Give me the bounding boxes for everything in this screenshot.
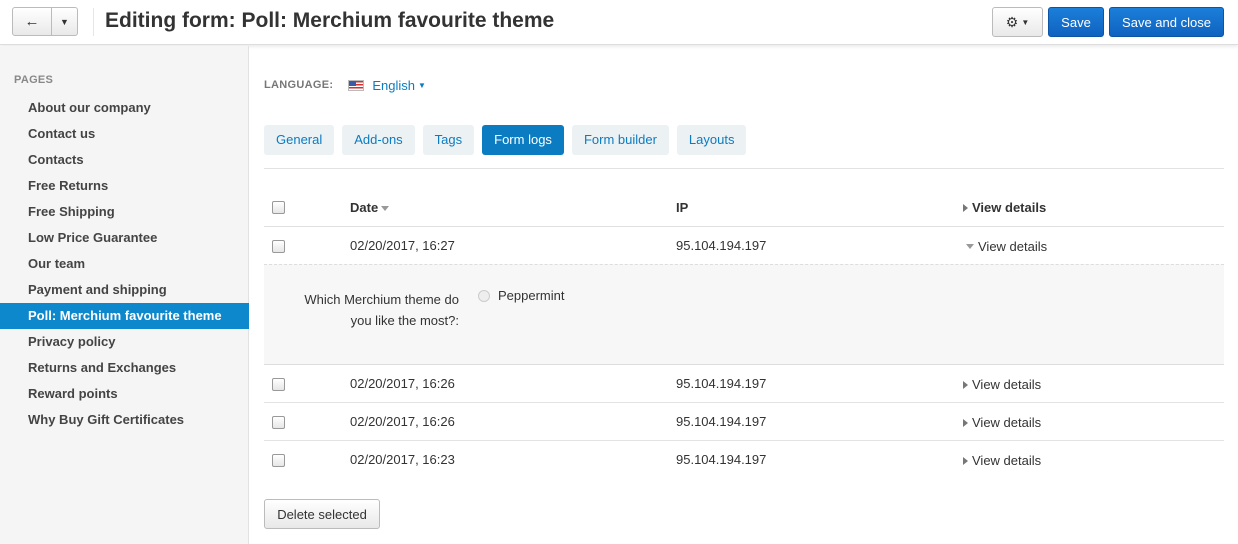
row-ip: 95.104.194.197 [676, 452, 767, 467]
language-label: LANGUAGE: [264, 79, 334, 91]
caret-right-icon [963, 418, 968, 427]
language-dropdown[interactable]: English [372, 78, 415, 93]
sidebar-item-returns-and-exchanges[interactable]: Returns and Exchanges [0, 355, 249, 381]
sidebar-item-privacy-policy[interactable]: Privacy policy [0, 329, 249, 355]
save-button[interactable]: Save [1048, 7, 1104, 37]
tab-layouts[interactable]: Layouts [676, 125, 747, 155]
row-details-panel: Which Merchium theme do you like the mos… [264, 264, 1224, 365]
sidebar-item-contacts[interactable]: Contacts [0, 147, 249, 173]
us-flag-icon[interactable] [348, 79, 365, 91]
gear-icon: ⚙ [1005, 13, 1019, 30]
view-details-toggle[interactable]: View details [963, 415, 1041, 430]
column-header-ip: IP [676, 200, 689, 215]
sidebar-heading: PAGES [14, 74, 54, 86]
row-ip: 95.104.194.197 [676, 414, 767, 429]
row-checkbox[interactable] [272, 416, 285, 429]
table-row: 02/20/2017, 16:26 95.104.194.197 View de… [264, 403, 1224, 441]
save-and-close-button[interactable]: Save and close [1109, 7, 1224, 37]
row-ip: 95.104.194.197 [676, 238, 767, 253]
chevron-down-icon[interactable]: ▼ [418, 81, 426, 90]
column-header-view-details[interactable]: View details [963, 200, 1046, 215]
tab-bar: General Add-ons Tags Form logs Form buil… [264, 125, 747, 155]
sidebar-item-about-our-company[interactable]: About our company [0, 95, 249, 121]
table-header-row: Date IP View details [264, 188, 1224, 227]
table-row: 02/20/2017, 16:27 95.104.194.197 View de… [264, 227, 1224, 265]
delete-selected-button[interactable]: Delete selected [264, 499, 380, 529]
divider [264, 168, 1224, 169]
select-all-checkbox[interactable] [272, 201, 285, 214]
tab-general[interactable]: General [264, 125, 335, 155]
row-date: 02/20/2017, 16:27 [350, 238, 455, 253]
sidebar-list: About our company Contact us Contacts Fr… [0, 95, 249, 433]
sidebar: PAGES About our company Contact us Conta… [0, 46, 249, 544]
row-checkbox[interactable] [272, 378, 285, 391]
row-date: 02/20/2017, 16:23 [350, 452, 455, 467]
settings-dropdown-button[interactable]: ⚙ ▼ [992, 7, 1043, 37]
chevron-down-icon[interactable]: ▼ [51, 8, 77, 35]
row-checkbox[interactable] [272, 240, 285, 253]
sidebar-item-contact-us[interactable]: Contact us [0, 121, 249, 147]
caret-down-icon [966, 244, 974, 249]
view-details-toggle[interactable]: View details [964, 239, 1047, 254]
row-checkbox[interactable] [272, 454, 285, 467]
sidebar-item-poll-merchium-favourite-theme[interactable]: Poll: Merchium favourite theme [0, 303, 249, 329]
question-label: Which Merchium theme do you like the mos… [304, 292, 459, 328]
chevron-down-icon: ▼ [1021, 17, 1030, 27]
sidebar-item-why-buy-gift-certificates[interactable]: Why Buy Gift Certificates [0, 407, 249, 433]
row-date: 02/20/2017, 16:26 [350, 414, 455, 429]
tab-form-logs[interactable]: Form logs [482, 125, 564, 155]
arrow-left-icon[interactable]: ← [13, 8, 51, 35]
view-details-toggle[interactable]: View details [963, 377, 1041, 392]
sidebar-item-our-team[interactable]: Our team [0, 251, 249, 277]
top-toolbar: ← ▼ Editing form: Poll: Merchium favouri… [0, 0, 1238, 45]
table-row: 02/20/2017, 16:26 95.104.194.197 View de… [264, 365, 1224, 403]
column-header-date[interactable]: Date [350, 200, 390, 215]
row-ip: 95.104.194.197 [676, 376, 767, 391]
caret-right-icon [963, 456, 968, 465]
sort-caret-icon [381, 206, 390, 212]
tab-add-ons[interactable]: Add-ons [342, 125, 415, 155]
form-logs-table: Date IP View details 02/20/2017, 16:27 9… [264, 188, 1224, 479]
sidebar-item-payment-and-shipping[interactable]: Payment and shipping [0, 277, 249, 303]
page-title: Editing form: Poll: Merchium favourite t… [105, 9, 555, 32]
answer-value: Peppermint [498, 288, 565, 303]
view-details-toggle[interactable]: View details [963, 453, 1041, 468]
sidebar-item-free-returns[interactable]: Free Returns [0, 173, 249, 199]
table-row: 02/20/2017, 16:23 95.104.194.197 View de… [264, 441, 1224, 479]
answer-radio [478, 290, 490, 302]
divider [93, 8, 94, 36]
tab-tags[interactable]: Tags [422, 125, 475, 155]
sidebar-item-low-price-guarantee[interactable]: Low Price Guarantee [0, 225, 249, 251]
sidebar-item-free-shipping[interactable]: Free Shipping [0, 199, 249, 225]
row-date: 02/20/2017, 16:26 [350, 376, 455, 391]
caret-right-icon [963, 203, 968, 212]
tab-form-builder[interactable]: Form builder [571, 125, 669, 155]
caret-right-icon [963, 380, 968, 389]
back-button-group: ← ▼ [12, 7, 78, 36]
language-selector: LANGUAGE: English ▼ [264, 76, 426, 94]
sidebar-item-reward-points[interactable]: Reward points [0, 381, 249, 407]
